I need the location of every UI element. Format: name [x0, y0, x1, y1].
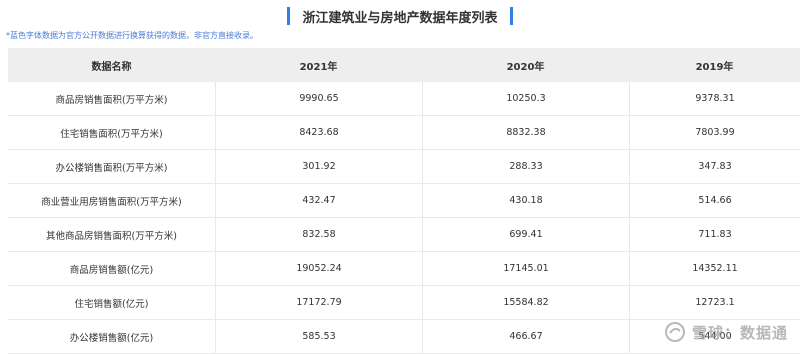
table-cell: 347.83 — [629, 150, 800, 183]
table-cell-label: 商品房销售面积(万平方米) — [55, 94, 168, 106]
table-cell: 17172.79 — [215, 286, 422, 319]
table-cell: 9990.65 — [215, 82, 422, 115]
title-accent-right — [509, 7, 513, 25]
table-cell-label: 办公楼销售额(亿元) — [69, 332, 154, 344]
table-cell: 514.66 — [629, 184, 800, 217]
table-header-row: 数据名称 2021年 2020年 2019年 — [8, 48, 800, 82]
table-cell: 10250.3 — [422, 82, 629, 115]
table-cell: 12723.1 — [629, 286, 800, 319]
table-cell-label: 商品房销售额(亿元) — [69, 264, 154, 276]
watermark-text: 雪球：数据通 — [691, 323, 788, 342]
table-row: 商品房销售面积(万平方米) 9990.65 10250.3 9378.31 — [8, 82, 800, 116]
table-cell: 711.83 — [629, 218, 800, 251]
table-cell: 14352.11 — [629, 252, 800, 285]
table-cell-label: 住宅销售面积(万平方米) — [60, 128, 163, 140]
data-note: *蓝色字体数据为官方公开数据进行换算获得的数据，非官方直接收录。 — [6, 31, 258, 40]
table-cell: 17145.01 — [422, 252, 629, 285]
table-row: 商业营业用房销售面积(万平方米) 432.47 430.18 514.66 — [8, 184, 800, 218]
table-cell: 19052.24 — [215, 252, 422, 285]
table-cell-label: 其他商品房销售面积(万平方米) — [46, 230, 177, 242]
table-cell: 9378.31 — [629, 82, 800, 115]
page-header: 浙江建筑业与房地产数据年度列表 — [0, 4, 800, 28]
table-cell-label: 商业营业用房销售面积(万平方米) — [41, 196, 182, 208]
page-title: 浙江建筑业与房地产数据年度列表 — [302, 10, 498, 26]
table-cell: 430.18 — [422, 184, 629, 217]
table-cell: 585.53 — [215, 320, 422, 353]
table-cell: 432.47 — [215, 184, 422, 217]
table-row: 住宅销售额(亿元) 17172.79 15584.82 12723.1 — [8, 286, 800, 320]
table-cell-label: 办公楼销售面积(万平方米) — [55, 162, 168, 174]
table-cell: 466.67 — [422, 320, 629, 353]
table-cell-label: 住宅销售额(亿元) — [74, 298, 149, 310]
table-cell: 699.41 — [422, 218, 629, 251]
table-cell: 15584.82 — [422, 286, 629, 319]
table-row: 住宅销售面积(万平方米) 8423.68 8832.38 7803.99 — [8, 116, 800, 150]
table-cell: 8423.68 — [215, 116, 422, 149]
title-accent-left — [287, 7, 291, 25]
table-cell: 301.92 — [215, 150, 422, 183]
table-row: 其他商品房销售面积(万平方米) 832.58 699.41 711.83 — [8, 218, 800, 252]
table-row: 办公楼销售面积(万平方米) 301.92 288.33 347.83 — [8, 150, 800, 184]
table-cell: 832.58 — [215, 218, 422, 251]
watermark: 雪球：数据通 — [664, 321, 788, 343]
header-cell: 2021年 — [299, 61, 338, 73]
table-row: 商品房销售额(亿元) 19052.24 17145.01 14352.11 — [8, 252, 800, 286]
header-cell: 2020年 — [506, 61, 545, 73]
data-table: 数据名称 2021年 2020年 2019年 商品房销售面积(万平方米) 999… — [8, 48, 800, 354]
header-cell: 2019年 — [695, 61, 734, 73]
table-cell: 288.33 — [422, 150, 629, 183]
snowball-logo-icon — [664, 322, 685, 342]
table-cell: 8832.38 — [422, 116, 629, 149]
header-cell: 数据名称 — [91, 61, 132, 73]
table-cell: 7803.99 — [629, 116, 800, 149]
